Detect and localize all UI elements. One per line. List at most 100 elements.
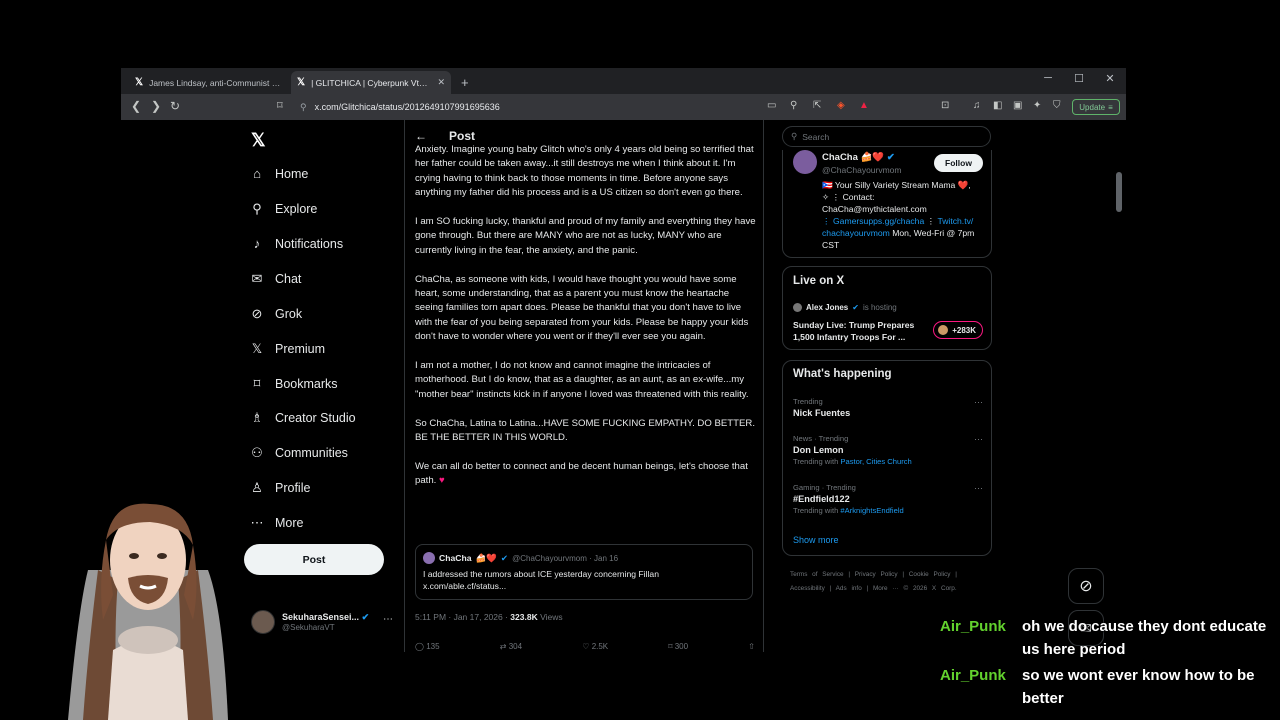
chat-text: oh we do cause they dont educate us here… [1022, 618, 1267, 658]
browser-window: 𝕏 James Lindsay, anti-Communist on X 𝕏 |… [121, 68, 1126, 652]
trend-name: Don Lemon [793, 445, 844, 455]
post-paragraph: So ChaCha, Latina to Latina...HAVE SOME … [415, 417, 755, 444]
trend-item[interactable]: News · Trending Don Lemon Trending with … [793, 434, 983, 466]
post-button[interactable]: Post [244, 544, 384, 575]
post-actions: ◯ 135 ⇄ 304 ♡ 2.5K ⌑ 300 ⇧ [415, 642, 755, 652]
listener-count-badge[interactable]: +283K [933, 321, 983, 339]
search-icon: ⚲ [252, 201, 262, 216]
space-host[interactable]: Alex Jones ✔ is hosting [793, 303, 897, 312]
more-icon[interactable]: ⋯ [974, 434, 983, 445]
avatar[interactable] [793, 150, 817, 174]
x-logo-icon[interactable]: 𝕏 [251, 130, 266, 151]
close-tab-icon[interactable]: ✕ [437, 77, 445, 88]
minimize-icon[interactable]: ─ [1033, 72, 1063, 84]
nav-communities[interactable]: ⚇ Communities [249, 445, 348, 461]
brave-shield-icon[interactable]: ◈ [837, 100, 845, 111]
close-window-icon[interactable]: ✕ [1095, 72, 1125, 85]
profile-bio: 🇵🇷 Your Silly Variety Stream Mama ❤️, ✧ … [822, 179, 987, 251]
forward-icon[interactable]: ❯ [151, 99, 161, 113]
nav-grok[interactable]: ⊘ Grok [249, 306, 303, 322]
verified-icon: ✔ [886, 152, 895, 163]
account-switcher[interactable]: SekuharaSensei... ✔ @SekuharaVT ⋯ [251, 610, 401, 634]
mail-icon: ✉ [251, 271, 263, 286]
like-button[interactable]: ♡ 2.5K [582, 642, 608, 652]
site-info-icon[interactable]: ⚲ [300, 102, 307, 113]
bell-icon: ♪ [253, 236, 261, 251]
quote-link[interactable]: x.com/able.cf/status... [423, 580, 745, 592]
show-more-link[interactable]: Show more [793, 535, 839, 545]
bio-link[interactable]: chachayourvmom [822, 228, 890, 238]
post-text: Anxiety. Imagine young baby Glitch who's… [415, 144, 757, 503]
nav-chat[interactable]: ✉ Chat [249, 271, 302, 287]
space-title[interactable]: Sunday Live: Trump Prepares 1,500 Infant… [793, 319, 928, 343]
bio-link[interactable]: ⋮ Gamersupps.gg/chacha [822, 216, 924, 226]
wallet-icon[interactable]: ▣ [1013, 100, 1022, 111]
trend-with-link[interactable]: #ArknightsEndfield [840, 506, 903, 515]
nav-bookmarks[interactable]: ⌑ Bookmarks [249, 376, 338, 392]
views-count: 323.8K [510, 612, 538, 622]
brave-rewards-icon[interactable]: ▲ [859, 100, 869, 111]
update-button[interactable]: Update ≡ [1072, 99, 1120, 115]
live-on-x-card: Live on X Alex Jones ✔ is hosting Sunday… [782, 266, 992, 350]
back-icon[interactable]: ❮ [131, 99, 141, 113]
trend-with-link[interactable]: Pastor, Cities Church [840, 457, 911, 466]
vtuber-avatar [68, 503, 228, 720]
profile-handle: @ChaChayourvmom [822, 165, 902, 175]
new-tab-button[interactable]: + [455, 71, 475, 94]
bio-link[interactable]: Twitch.tv/ [937, 216, 973, 226]
share-button[interactable]: ⇧ [748, 642, 755, 652]
nav-more[interactable]: ⋯ More [249, 515, 304, 531]
bookmark-page-icon[interactable]: ⌑ [277, 99, 283, 112]
x-icon: 𝕏 [251, 341, 263, 356]
reply-button[interactable]: ◯ 135 [415, 642, 440, 652]
screenshot-icon[interactable]: ⊡ [941, 100, 949, 111]
account-handle: @SekuharaVT [282, 623, 335, 632]
bookmark-count: 300 [674, 642, 689, 651]
nav-label: Profile [275, 481, 311, 495]
grok-floating-button[interactable]: ⊘ [1068, 568, 1104, 604]
more-icon[interactable]: ⋯ [383, 614, 393, 625]
follow-button[interactable]: Follow [934, 154, 983, 172]
nav-premium[interactable]: 𝕏 Premium [249, 341, 325, 357]
vpn-icon[interactable]: ⛉ [1053, 100, 1061, 111]
search-input[interactable]: ⚲ Search [782, 126, 991, 147]
cast-icon[interactable]: ▭ [767, 100, 776, 111]
nav-creator-studio[interactable]: ♗ Creator Studio [249, 410, 355, 426]
address-bar[interactable]: ⚲ x.com/Glitchica/status/201264910799169… [296, 97, 876, 117]
tab-james-lindsay[interactable]: 𝕏 James Lindsay, anti-Communist on X [129, 71, 289, 94]
leo-icon[interactable]: ✦ [1033, 100, 1041, 111]
reply-icon: ◯ [415, 642, 424, 651]
avatar [793, 303, 802, 312]
tab-glitchica[interactable]: 𝕏 | GLITCHICA | Cyberpunk Vtuber ✕ [291, 71, 451, 94]
more-icon[interactable]: ⋯ [974, 483, 983, 494]
views-label: Views [537, 612, 563, 622]
share-icon[interactable]: ⇱ [813, 100, 821, 111]
avatar [938, 325, 948, 335]
back-arrow-icon[interactable]: ← [415, 129, 427, 143]
reload-icon[interactable]: ↻ [170, 99, 180, 113]
repost-button[interactable]: ⇄ 304 [500, 642, 522, 652]
more-icon[interactable]: ⋯ [974, 397, 983, 408]
person-icon: ♙ [251, 480, 263, 495]
trend-item[interactable]: Trending Nick Fuentes ⋯ [793, 397, 983, 418]
footer-links[interactable]: Terms of Service | Privacy Policy | Cook… [790, 568, 990, 596]
trend-item[interactable]: Gaming · Trending #Endfield122 Trending … [793, 483, 983, 515]
maximize-icon[interactable]: ☐ [1064, 72, 1094, 85]
bookmark-button[interactable]: ⌑ 300 [668, 642, 688, 652]
quoted-post[interactable]: ChaCha 🍰❤️ ✔ @ChaChayourvmom · Jan 16 I … [415, 544, 753, 600]
bio-line: 🇵🇷 Your Silly Variety Stream Mama ❤️, [822, 180, 971, 190]
post-paragraph: We can all do better to connect and be d… [415, 460, 748, 487]
zoom-icon[interactable]: ⚲ [790, 100, 797, 111]
nav-notifications[interactable]: ♪ Notifications [249, 236, 343, 251]
scrollbar[interactable] [1116, 172, 1122, 212]
nav-home[interactable]: ⌂ Home [249, 166, 308, 181]
nav-explore[interactable]: ⚲ Explore [249, 201, 317, 217]
heart-outline-icon: ♡ [582, 642, 590, 651]
profile-name[interactable]: ChaCha [822, 152, 858, 163]
sidebar-icon[interactable]: ◧ [993, 100, 1002, 111]
media-icon[interactable]: ♫ [973, 100, 981, 111]
avatar [423, 552, 435, 564]
x-favicon-icon: 𝕏 [297, 77, 306, 88]
tab-bar: 𝕏 James Lindsay, anti-Communist on X 𝕏 |… [121, 68, 1126, 94]
nav-profile[interactable]: ♙ Profile [249, 480, 310, 496]
